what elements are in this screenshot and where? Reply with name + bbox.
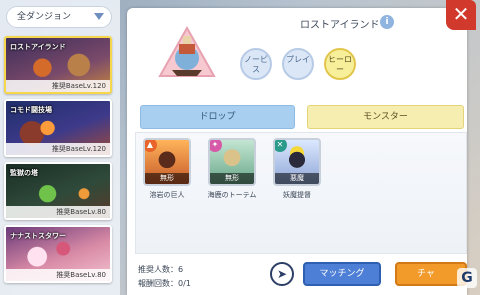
- monster-portrait: ▲ 無形: [143, 138, 191, 186]
- tab-monster[interactable]: モンスター: [307, 105, 464, 129]
- arrow-cursor-icon: ➤: [276, 267, 288, 281]
- shadow-icon: ✕: [275, 140, 287, 152]
- monster-name: 溶岩の巨人: [149, 191, 185, 199]
- difficulty-novice-button[interactable]: ノービス: [240, 48, 272, 80]
- dungeon-name: 監獄の塔: [10, 169, 38, 177]
- chevron-down-icon: [94, 13, 104, 20]
- info-icon[interactable]: i: [380, 15, 394, 29]
- watermark-logo-icon: G: [457, 268, 477, 288]
- tab-drop[interactable]: ドロップ: [140, 105, 295, 129]
- monster-portrait: ✕ 悪魔: [273, 138, 321, 186]
- close-icon: ✕: [452, 2, 470, 26]
- holy-icon: ✦: [210, 140, 222, 152]
- cursor-arrow-button[interactable]: ➤: [270, 262, 294, 286]
- dungeon-card-komodo[interactable]: コモド闘技場 推奨BaseLv.120: [4, 99, 112, 157]
- dungeon-emblem-icon: [158, 26, 216, 77]
- difficulty-play-button[interactable]: プレイ: [282, 48, 314, 80]
- dungeon-card-prison-tower[interactable]: 監獄の塔 推奨BaseLv.80: [4, 162, 112, 220]
- dungeon-title: ロストアイランド: [300, 20, 380, 31]
- monster-card-totem[interactable]: ✦ 無形 海鹿のトーテム: [203, 138, 261, 200]
- monster-type: 悪魔: [275, 173, 319, 184]
- matching-button[interactable]: マッチング: [303, 262, 381, 286]
- close-button[interactable]: ✕: [446, 0, 476, 30]
- dungeon-filter-label: 全ダンジョン: [17, 12, 72, 22]
- fire-icon: ▲: [145, 140, 157, 152]
- dungeon-level: 推奨BaseLv.120: [6, 80, 110, 92]
- recommended-players: 推奨人数：6: [138, 265, 184, 274]
- difficulty-hero-button[interactable]: ヒーロー: [324, 48, 356, 80]
- monster-name: 妖魔提督: [283, 191, 311, 199]
- dungeon-name: ナナストスタワー: [10, 232, 66, 240]
- monster-card-lava-giant[interactable]: ▲ 無形 溶岩の巨人: [138, 138, 196, 200]
- monster-portrait: ✦ 無形: [208, 138, 256, 186]
- dungeon-list: ロストアイランド 推奨BaseLv.120 コモド闘技場 推奨BaseLv.12…: [4, 36, 116, 288]
- dungeon-filter-dropdown[interactable]: 全ダンジョン: [6, 6, 112, 28]
- dungeon-card-nanast-tower[interactable]: ナナストスタワー 推奨BaseLv.80: [4, 225, 112, 283]
- reward-count: 報酬回数：0/1: [138, 279, 191, 288]
- dungeon-card-lost-island[interactable]: ロストアイランド 推奨BaseLv.120: [4, 36, 112, 94]
- monster-type: 無形: [210, 173, 254, 184]
- dungeon-level: 推奨BaseLv.80: [6, 269, 110, 281]
- dungeon-level: 推奨BaseLv.120: [6, 143, 110, 155]
- monster-card-admiral[interactable]: ✕ 悪魔 妖魔提督: [268, 138, 326, 200]
- dungeon-level: 推奨BaseLv.80: [6, 206, 110, 218]
- dungeon-sidebar: 全ダンジョン ロストアイランド 推奨BaseLv.120 コモド闘技場 推奨Ba…: [0, 0, 120, 295]
- monster-type: 無形: [145, 173, 189, 184]
- dungeon-name: コモド闘技場: [10, 106, 52, 114]
- dungeon-name: ロストアイランド: [10, 43, 66, 51]
- monster-name: 海鹿のトーテム: [207, 191, 257, 199]
